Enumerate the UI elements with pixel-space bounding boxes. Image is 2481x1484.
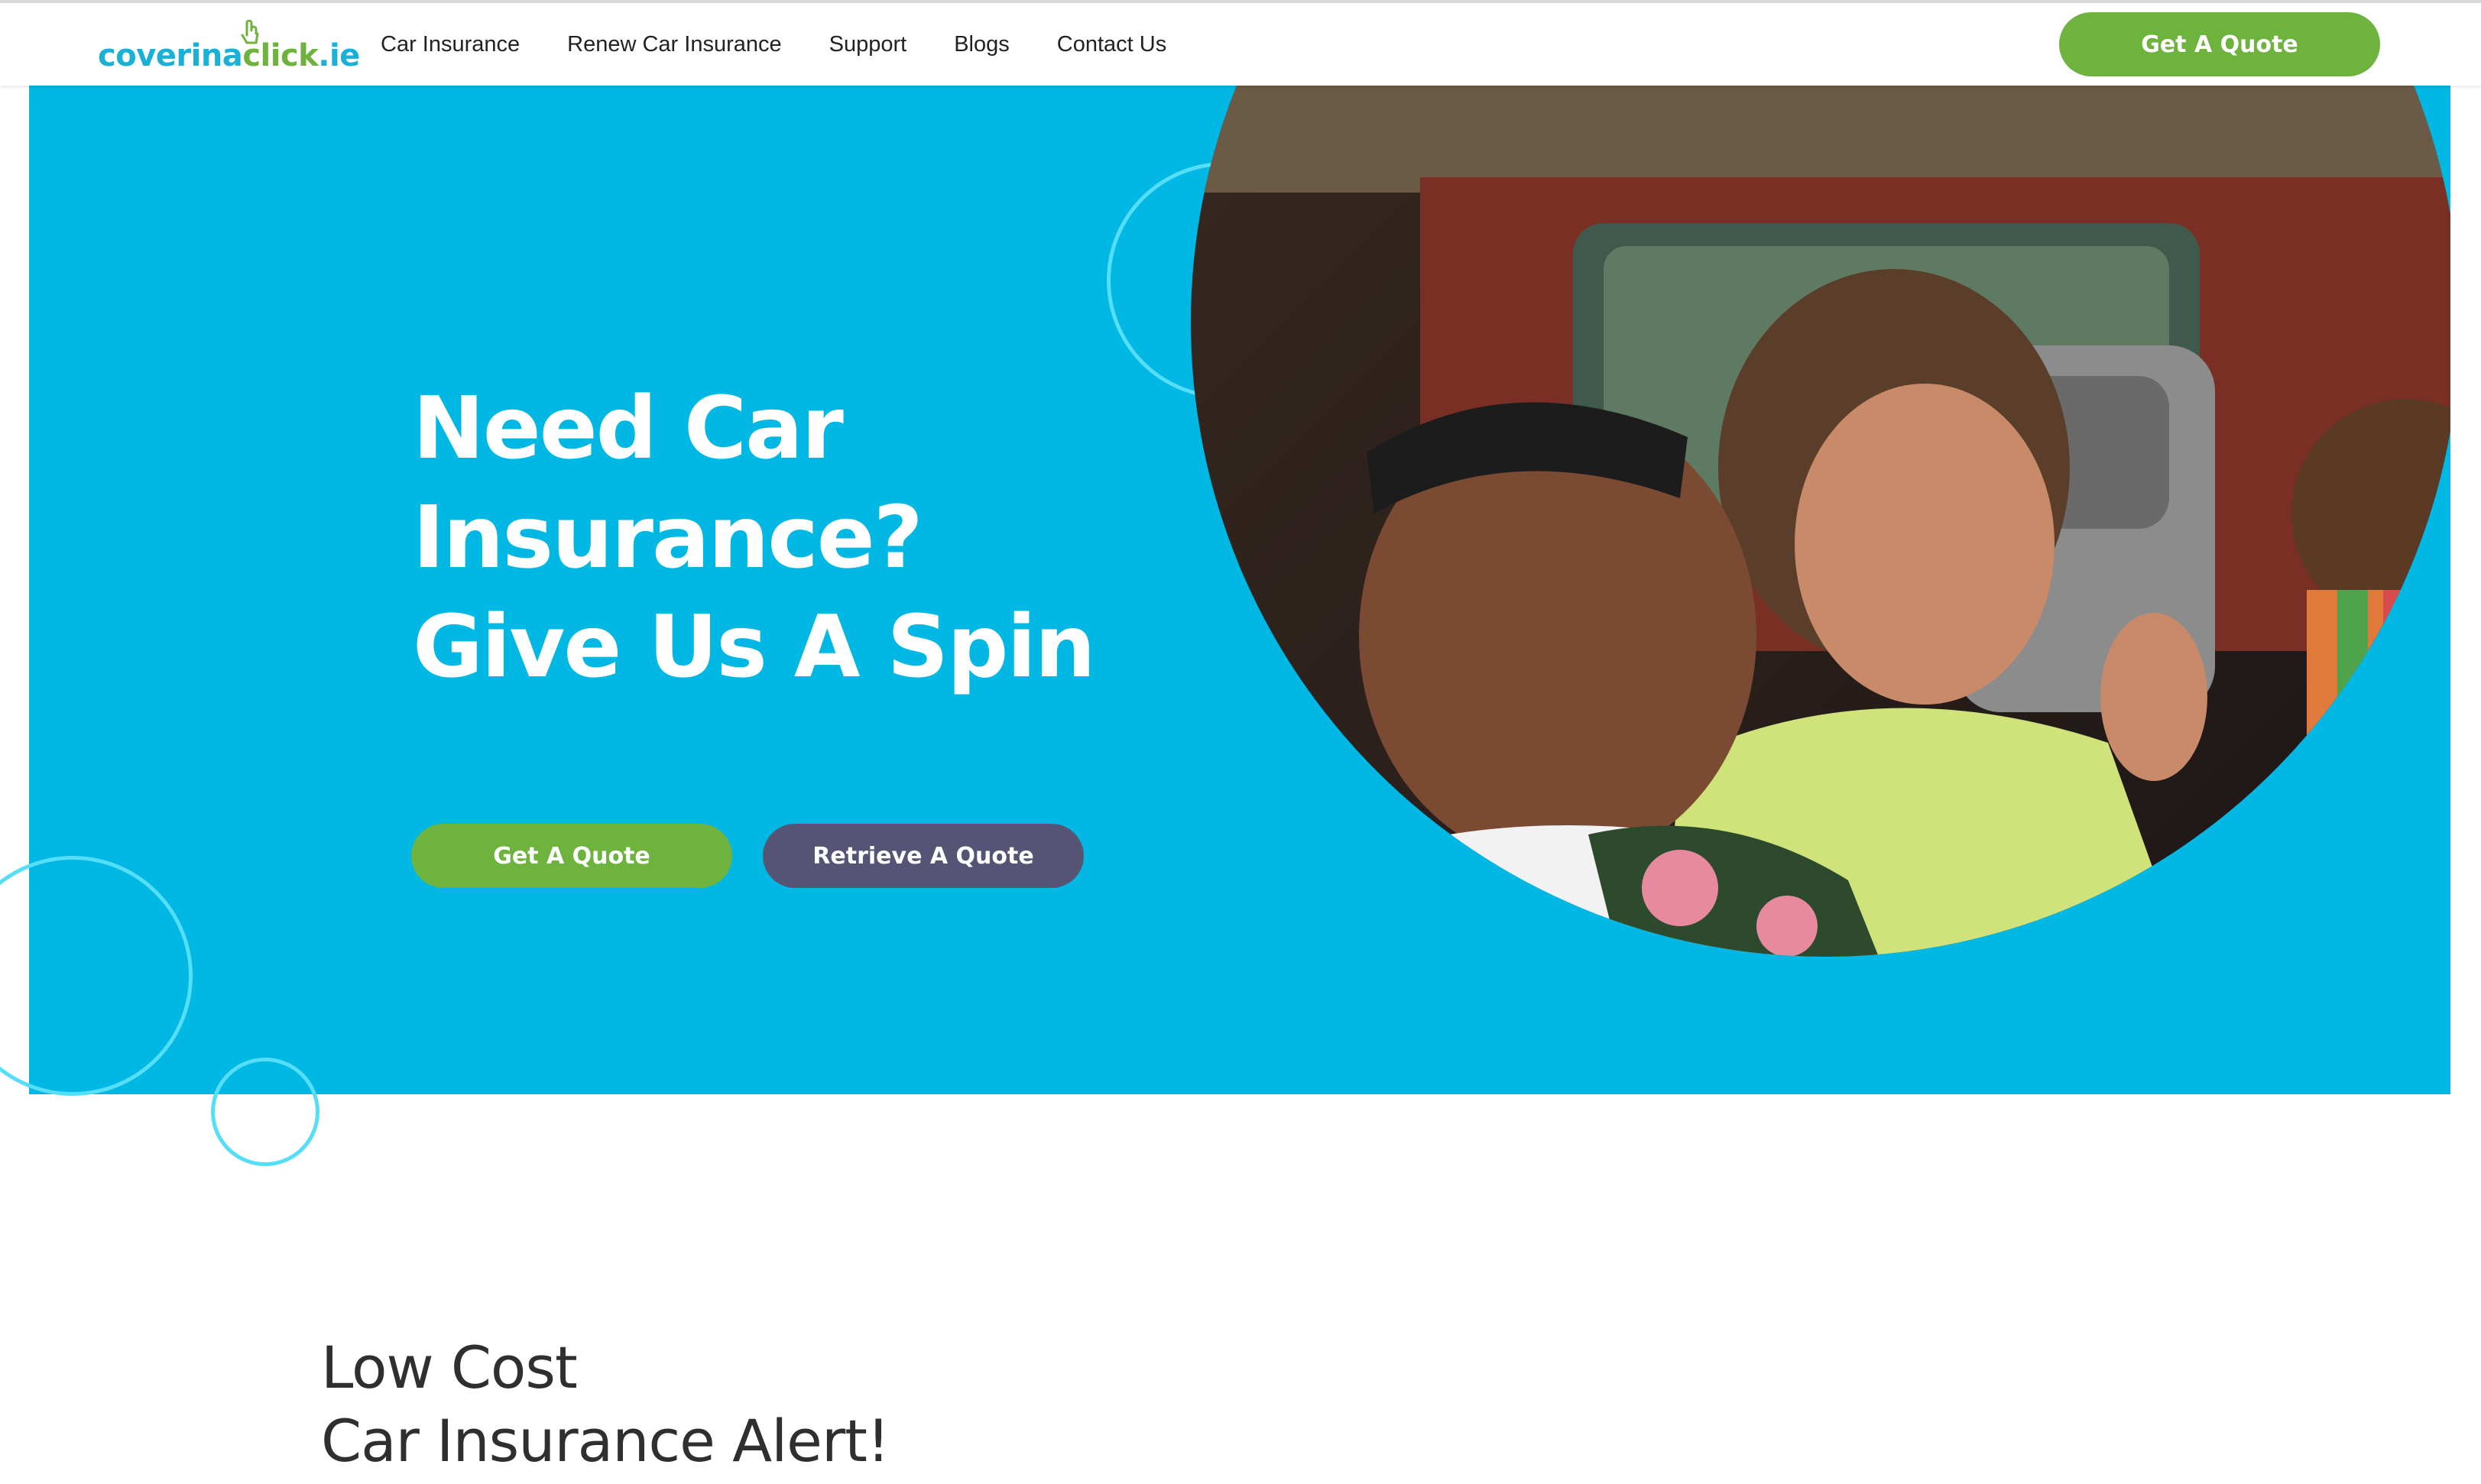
cursor-hand-icon	[241, 20, 259, 44]
nav-renew-car-insurance[interactable]: Renew Car Insurance	[567, 32, 781, 57]
site-logo[interactable]: coverina click .ie	[98, 20, 360, 73]
alert-heading-line-1: Low Cost	[321, 1333, 578, 1401]
logo-text-ie: .ie	[318, 38, 360, 73]
hero-title-line-3: Give Us A Spin	[413, 598, 1096, 697]
nav-car-insurance[interactable]: Car Insurance	[381, 32, 520, 57]
header-get-quote-button[interactable]: Get A Quote	[2059, 12, 2380, 76]
nav-blogs[interactable]: Blogs	[954, 32, 1010, 57]
hero-get-quote-button[interactable]: Get A Quote	[411, 824, 732, 888]
site-header: coverina click .ie Car Insurance Renew C…	[0, 3, 2481, 86]
hero-photo	[1191, 86, 2450, 957]
decorative-ring	[211, 1058, 319, 1166]
alert-heading-line-2: Car Insurance Alert!	[321, 1407, 890, 1475]
hero-photo-illustration	[1191, 86, 2450, 957]
nav-support[interactable]: Support	[829, 32, 907, 57]
nav-contact-us[interactable]: Contact Us	[1057, 32, 1166, 57]
hero-retrieve-quote-button[interactable]: Retrieve A Quote	[763, 824, 1084, 888]
hero-banner: Need Car Insurance? Give Us A Spin Get A…	[29, 86, 2450, 1094]
hero-title-line-1: Need Car	[413, 379, 844, 478]
low-cost-alert-heading: Low Cost Car Insurance Alert!	[321, 1331, 890, 1478]
main-navigation: Car Insurance Renew Car Insurance Suppor…	[381, 3, 1214, 86]
hero-title-line-2: Insurance?	[413, 488, 923, 588]
hero-title: Need Car Insurance? Give Us A Spin	[413, 374, 1177, 702]
logo-text-coverina: coverina	[98, 38, 243, 73]
